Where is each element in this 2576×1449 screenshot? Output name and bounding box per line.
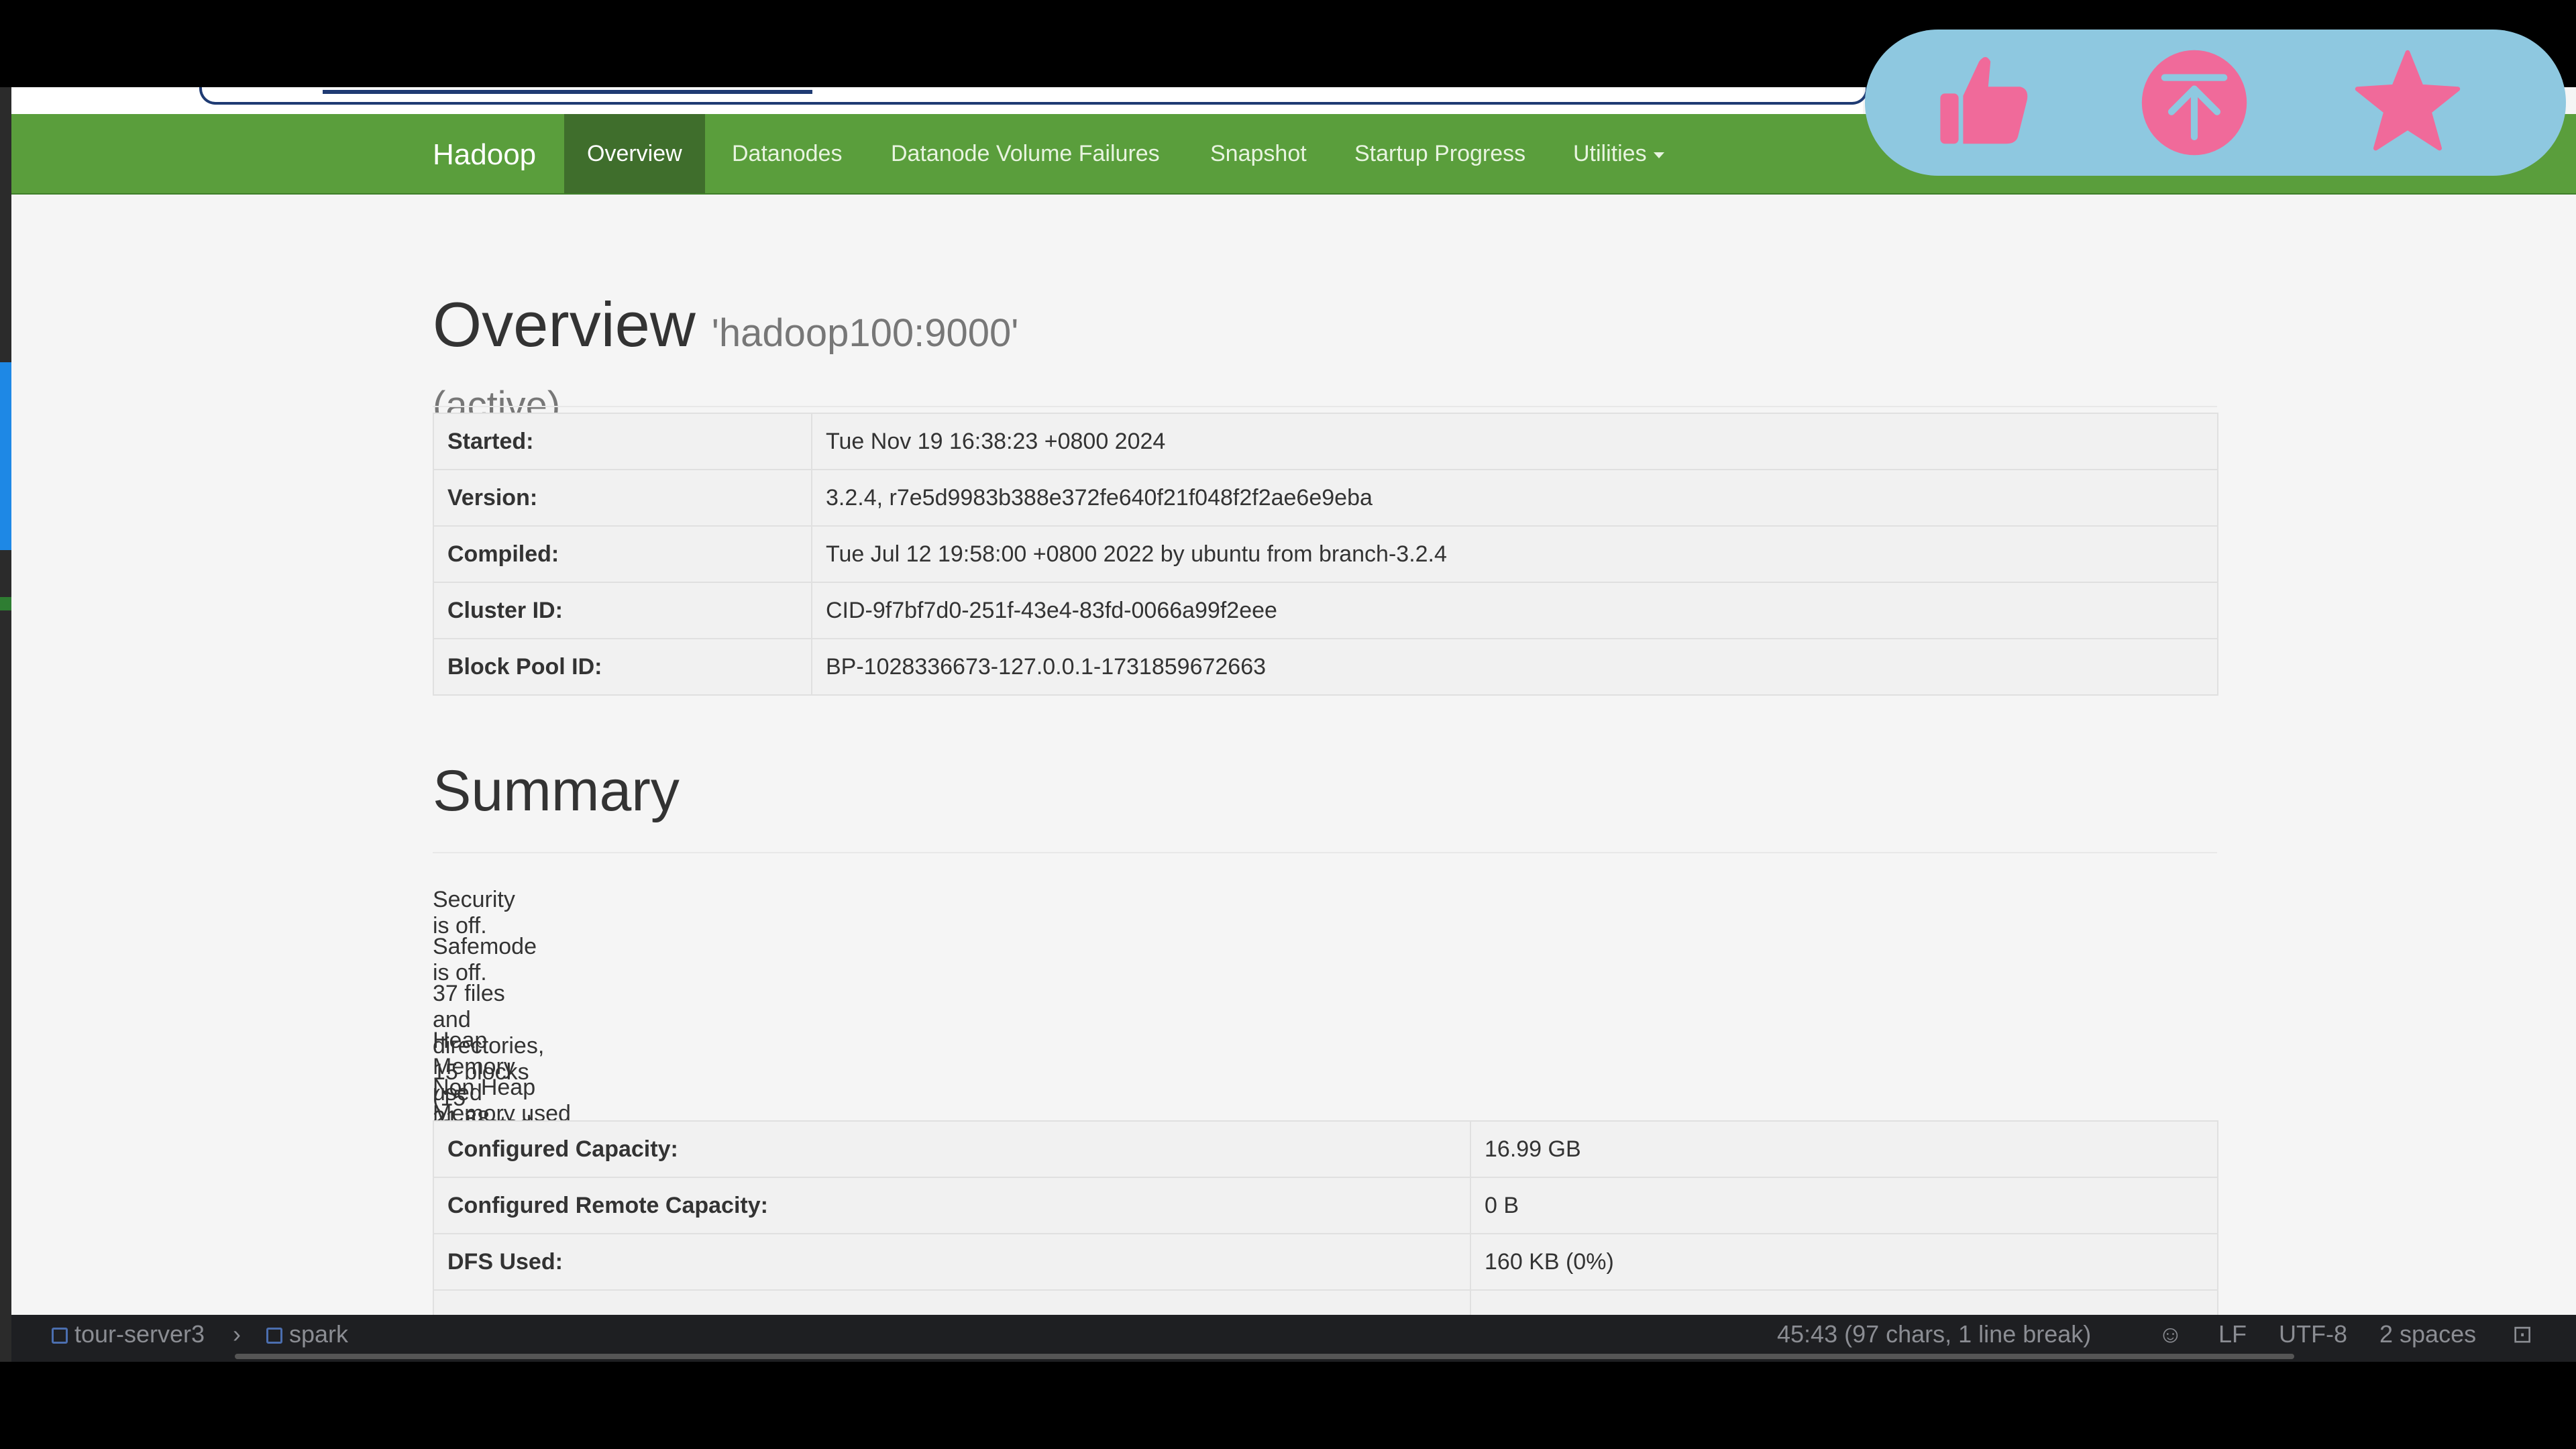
browser-content: Overview'hadoop100:9000' (active) Starte…: [11, 87, 2576, 1315]
row-value: 16.99 GB: [1470, 1120, 2218, 1178]
capacity-table: Configured Capacity: 16.99 GB Configured …: [433, 1120, 2218, 1315]
table-row: DFS Used: 160 KB (0%): [433, 1233, 2218, 1291]
brand-logo[interactable]: Hadoop: [433, 138, 536, 172]
page-title: Overview'hadoop100:9000' (active): [433, 289, 1019, 427]
chevron-right-icon: ›: [233, 1320, 241, 1348]
row-key: Started:: [433, 413, 812, 470]
row-key: Version:: [433, 469, 812, 527]
ai-assistant-icon[interactable]: ☺: [2158, 1320, 2183, 1348]
nav-datanodes[interactable]: Datanodes: [732, 114, 842, 193]
table-row: Configured Remote Capacity: 0 B: [433, 1177, 2218, 1234]
row-key: Cluster ID:: [433, 582, 812, 639]
module-icon: [52, 1328, 68, 1344]
nav-datanode-volume-failures[interactable]: Datanode Volume Failures: [891, 114, 1160, 193]
row-key: DFS Used:: [433, 1233, 1471, 1291]
row-key: Configured Capacity:: [433, 1120, 1471, 1178]
taskbar-accent: [0, 362, 11, 550]
row-key: Configured Remote Capacity:: [433, 1177, 1471, 1234]
breadcrumb-project[interactable]: tour-server3: [52, 1320, 205, 1348]
url-field[interactable]: [199, 87, 1868, 105]
thumbs-up-button[interactable]: [1925, 44, 2042, 161]
favorite-button[interactable]: [2349, 44, 2466, 161]
breadcrumb-module[interactable]: spark: [266, 1320, 348, 1348]
left-window-edge: [0, 87, 11, 1362]
indent-setting[interactable]: 2 spaces: [2379, 1320, 2476, 1348]
line-ending[interactable]: LF: [2218, 1320, 2247, 1348]
divider: [433, 852, 2217, 853]
module-icon: [266, 1328, 282, 1344]
lock-icon[interactable]: ⊡: [2512, 1320, 2532, 1348]
file-encoding[interactable]: UTF-8: [2279, 1320, 2347, 1348]
cursor-position[interactable]: 45:43 (97 chars, 1 line break): [1777, 1320, 2091, 1348]
caret-down-icon: [1653, 152, 1664, 158]
nav-snapshot[interactable]: Snapshot: [1210, 114, 1307, 193]
row-value: Tue Nov 19 16:38:23 +0800 2024: [811, 413, 2218, 470]
summary-title: Summary: [433, 759, 680, 823]
table-row: Cluster ID: CID-9f7bf7d0-251f-43e4-83fd-0…: [433, 582, 2218, 639]
load-progress: [323, 90, 812, 94]
row-key: Block Pool ID:: [433, 638, 812, 696]
table-row-partial: [433, 1289, 2218, 1315]
star-icon: [2355, 50, 2461, 151]
table-row: Version: 3.2.4, r7e5d9983b388e372fe640f21…: [433, 469, 2218, 527]
row-value: 160 KB (0%): [1470, 1233, 2218, 1291]
table-row: Compiled: Tue Jul 12 19:58:00 +0800 2022 …: [433, 525, 2218, 583]
video-action-panel: [1865, 30, 2566, 176]
pin-to-top-button[interactable]: [2136, 44, 2253, 161]
horizontal-scrollbar[interactable]: [235, 1354, 2294, 1359]
taskbar-accent-green: [0, 597, 11, 610]
row-value: BP-1028336673-127.0.0.1-1731859672663: [811, 638, 2218, 696]
thumbs-up-icon: [1940, 57, 2028, 144]
table-row: Block Pool ID: BP-1028336673-127.0.0.1-17…: [433, 638, 2218, 696]
table-row: Started: Tue Nov 19 16:38:23 +0800 2024: [433, 413, 2218, 470]
summary-line: Safemode is off.: [433, 934, 537, 985]
nav-utilities[interactable]: Utilities: [1573, 114, 1664, 193]
overview-table: Started: Tue Nov 19 16:38:23 +0800 2024 V…: [433, 413, 2218, 696]
row-value: 3.2.4, r7e5d9983b388e372fe640f21f048f2f2…: [811, 469, 2218, 527]
row-value: CID-9f7bf7d0-251f-43e4-83fd-0066a99f2eee: [811, 582, 2218, 639]
row-value: 0 B: [1470, 1177, 2218, 1234]
divider: [433, 406, 2217, 407]
row-value: Tue Jul 12 19:58:00 +0800 2022 by ubuntu…: [811, 525, 2218, 583]
row-key: Compiled:: [433, 525, 812, 583]
nav-utilities-label: Utilities: [1573, 141, 1647, 166]
summary-line: Security is off.: [433, 887, 515, 938]
browser-address-bar: [11, 87, 1868, 114]
nav-overview[interactable]: Overview: [564, 114, 705, 193]
module-name: spark: [289, 1320, 349, 1348]
table-row: Configured Capacity: 16.99 GB: [433, 1120, 2218, 1178]
project-name: tour-server3: [74, 1320, 205, 1348]
pin-to-top-icon: [2141, 50, 2247, 156]
nav-startup-progress[interactable]: Startup Progress: [1354, 114, 1525, 193]
